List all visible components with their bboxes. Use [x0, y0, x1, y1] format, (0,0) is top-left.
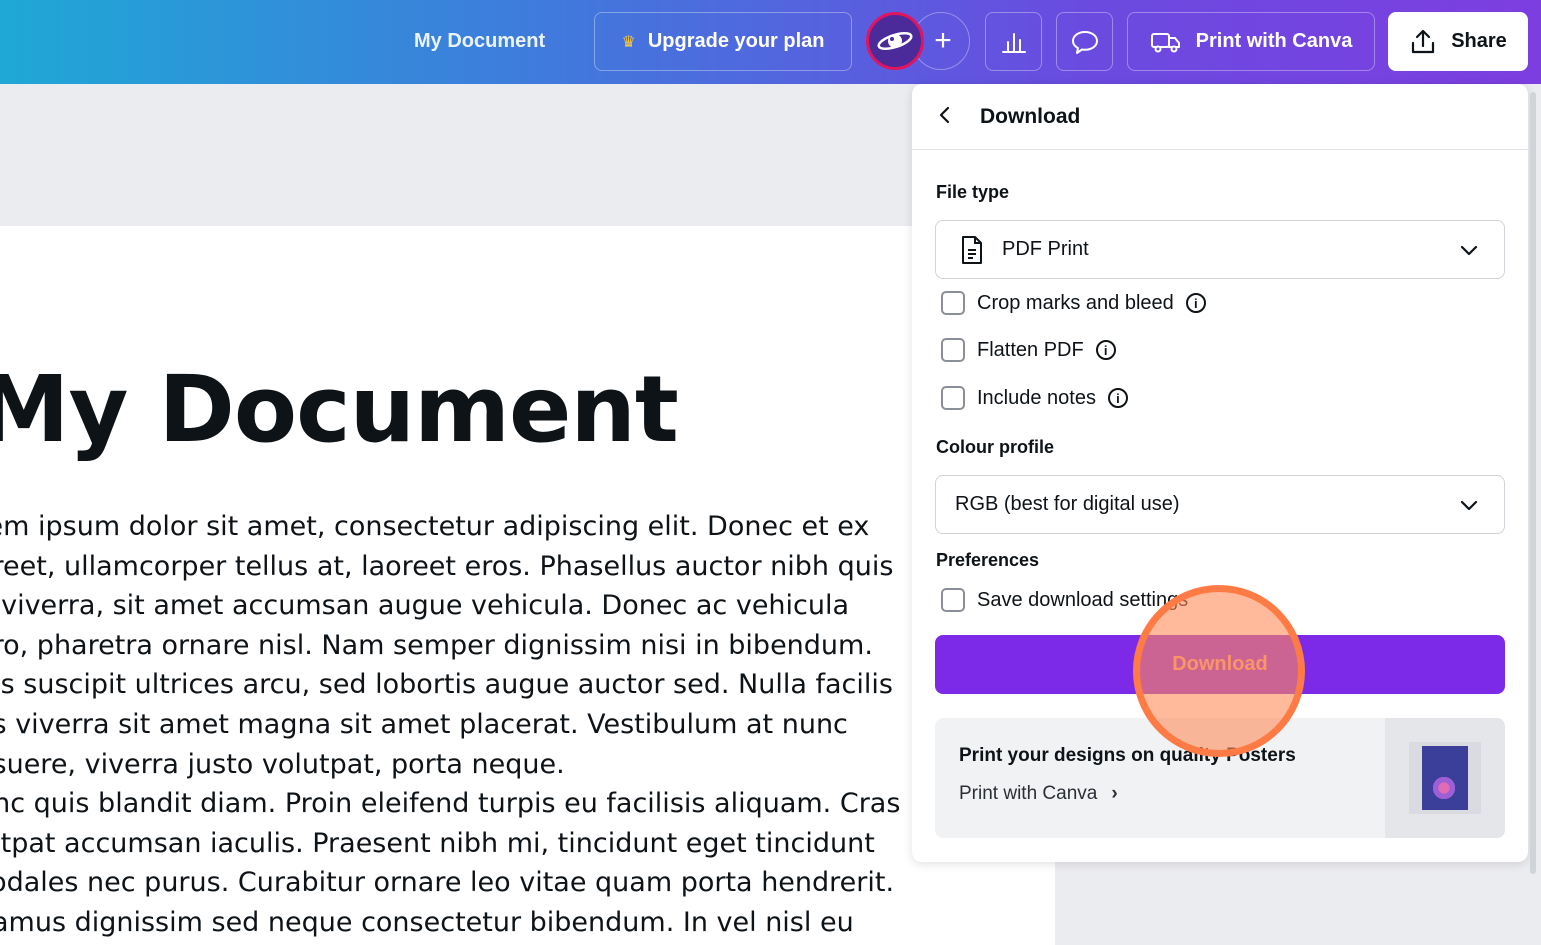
truck-icon	[1150, 32, 1180, 52]
colour-profile-select[interactable]: RGB (best for digital use)	[935, 475, 1505, 534]
colour-profile-label: Colour profile	[936, 437, 1054, 457]
comment-button[interactable]	[1056, 12, 1113, 71]
save-settings-checkbox[interactable]	[941, 588, 965, 612]
info-icon[interactable]: i	[1107, 388, 1128, 408]
insights-button[interactable]	[985, 12, 1042, 71]
share-icon	[1412, 29, 1435, 53]
info-icon[interactable]: i	[1185, 293, 1206, 313]
info-icon[interactable]: i	[1095, 340, 1116, 360]
plus-icon: +	[934, 24, 952, 57]
chevron-right-icon: ›	[1111, 783, 1118, 804]
back-arrow-icon[interactable]	[938, 104, 980, 130]
crop-marks-checkbox[interactable]	[941, 291, 965, 315]
panel-title: Download	[980, 104, 1081, 128]
save-settings-checkbox-row[interactable]: Save download settings	[941, 588, 1188, 612]
preferences-label: Preferences	[936, 550, 1040, 570]
crop-marks-checkbox-row[interactable]: Crop marks and bleed i	[941, 291, 1206, 315]
include-notes-label: Include notes	[977, 386, 1096, 409]
click-highlight-circle	[1133, 585, 1305, 757]
body-line: osuere, viverra justo volutpat, porta ne…	[0, 748, 565, 780]
planet-icon	[877, 31, 913, 51]
include-notes-checkbox[interactable]	[941, 386, 965, 410]
body-line: ero, pharetra ornare nisl. Nam semper di…	[0, 629, 873, 661]
avatar[interactable]	[866, 12, 924, 70]
promo-link-label: Print with Canva	[959, 783, 1098, 804]
panel-scrollbar[interactable]	[1530, 92, 1536, 874]
crown-icon: ♛	[621, 33, 636, 51]
promo-thumbnail-area	[1385, 718, 1505, 838]
print-with-canva-button[interactable]: Print with Canva	[1127, 12, 1375, 71]
bar-chart-icon	[1001, 32, 1026, 53]
body-line: oreet, ullamcorper tellus at, laoreet er…	[0, 550, 894, 582]
poster-image	[1422, 746, 1468, 810]
panel-header: Download	[912, 84, 1528, 150]
share-button[interactable]: Share	[1388, 12, 1528, 71]
body-line: unc quis blandit diam. Proin eleifend tu…	[0, 788, 901, 820]
colour-profile-value: RGB (best for digital use)	[955, 493, 1180, 515]
flatten-pdf-label: Flatten PDF	[977, 338, 1084, 361]
document-title[interactable]: My Document	[414, 30, 545, 53]
poster-thumbnail	[1409, 742, 1481, 814]
document-icon	[962, 235, 982, 264]
promo-link[interactable]: Print with Canva ›	[959, 783, 1118, 805]
save-settings-label: Save download settings	[977, 588, 1189, 611]
upgrade-button[interactable]: ♛ Upgrade your plan	[594, 12, 852, 71]
body-line: o viverra, sit amet accumsan augue vehic…	[0, 590, 850, 622]
document-heading[interactable]: My Document	[0, 356, 679, 463]
file-type-label: File type	[936, 182, 1010, 202]
crop-marks-label: Crop marks and bleed	[977, 291, 1174, 314]
body-line: sodales nec purus. Curabitur ornare leo …	[0, 867, 895, 899]
body-line: lutpat accumsan iaculis. Praesent nibh m…	[0, 827, 875, 859]
upgrade-label: Upgrade your plan	[647, 30, 825, 52]
chevron-down-icon	[1460, 245, 1478, 256]
body-line: uis suscipit ultrices arcu, sed lobortis…	[0, 669, 893, 701]
body-line: vamus dignissim sed neque consectetur bi…	[0, 906, 854, 938]
include-notes-checkbox-row[interactable]: Include notes i	[941, 386, 1128, 410]
body-line: as viverra sit amet magna sit amet place…	[0, 708, 848, 740]
flatten-pdf-checkbox-row[interactable]: Flatten PDF i	[941, 338, 1116, 362]
file-type-select[interactable]: PDF Print	[935, 220, 1505, 279]
print-label: Print with Canva	[1195, 30, 1353, 52]
comment-icon	[1071, 30, 1098, 54]
flatten-pdf-checkbox[interactable]	[941, 338, 965, 362]
top-bar: My Document ♛ Upgrade your plan + Print …	[0, 0, 1541, 84]
file-type-value: PDF Print	[1002, 238, 1089, 260]
document-body[interactable]: rem ipsum dolor sit amet, consectetur ad…	[0, 507, 936, 943]
document-page[interactable]: My Document rem ipsum dolor sit amet, co…	[0, 226, 1055, 945]
chevron-down-icon	[1460, 500, 1478, 511]
body-line: rem ipsum dolor sit amet, consectetur ad…	[0, 511, 870, 542]
share-label: Share	[1451, 30, 1507, 52]
